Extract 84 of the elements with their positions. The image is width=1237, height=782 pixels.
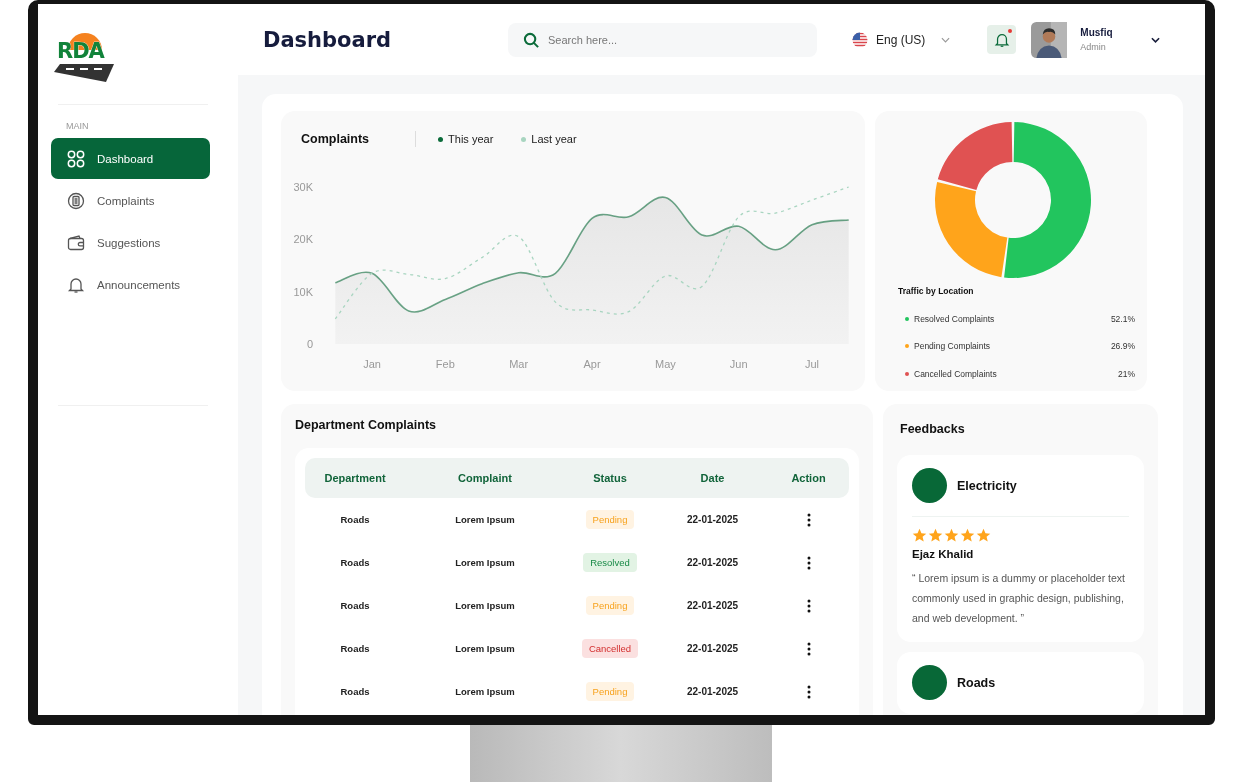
legend-label: Last year	[531, 133, 577, 145]
star-icon	[912, 528, 927, 543]
axis-label: 30K	[293, 181, 313, 193]
chart-title: Complaints	[301, 132, 370, 146]
document-icon	[67, 191, 85, 210]
star-icon	[960, 528, 975, 543]
more-button[interactable]	[806, 512, 811, 527]
table-cell-text: Roads	[339, 643, 371, 654]
table-cell-text: Lorem Ipsum	[454, 686, 516, 697]
more-button[interactable]	[806, 641, 811, 656]
column-header: Date	[699, 472, 726, 484]
chevron-down-icon[interactable]	[1151, 36, 1161, 43]
avatar-icon	[912, 468, 947, 503]
legend-label: Resolved Complaints	[914, 313, 996, 324]
department-name: Electricity	[957, 478, 1017, 493]
language-selector[interactable]: Eng (US)	[852, 31, 951, 48]
legend-label: Pending Complaints	[914, 341, 992, 352]
table-cell-text: Roads	[339, 514, 371, 525]
nav-item[interactable]: Announcements	[51, 264, 210, 305]
column-header: Complaint	[457, 472, 513, 484]
axis-label: 10K	[293, 285, 313, 298]
department-name: Roads	[957, 675, 996, 690]
more-button[interactable]	[806, 598, 811, 613]
wallet-icon	[67, 233, 85, 252]
table-cell-text: Roads	[339, 686, 371, 697]
table-cell-text: 22-01-2025	[685, 557, 740, 568]
table-cell-text: Lorem Ipsum	[454, 600, 516, 611]
table-cell-text: Roads	[339, 600, 371, 611]
axis-label: Jan	[363, 358, 381, 370]
user-role: Admin	[1080, 42, 1107, 52]
user-name: Musfiq	[1080, 27, 1114, 38]
notification-button[interactable]	[987, 25, 1017, 54]
star-icon	[928, 528, 943, 543]
chart-title: Traffic by Location	[898, 286, 975, 296]
legend-value: 26.9%	[1110, 341, 1135, 352]
table-cell-text: 22-01-2025	[685, 686, 740, 697]
grid-icon	[67, 149, 85, 168]
card-title: Department Complaints	[295, 418, 437, 432]
nav-item[interactable]: Complaints	[51, 180, 210, 221]
column-header: Department	[323, 472, 387, 484]
table-cell-text: Lorem Ipsum	[454, 557, 516, 568]
status-badge: Cancelled	[581, 639, 639, 658]
table-cell-text: 22-01-2025	[685, 600, 740, 611]
status-badge: Resolved	[583, 553, 637, 572]
column-header: Status	[592, 472, 628, 484]
nav-item[interactable]: Suggestions	[51, 222, 210, 263]
avatar-icon	[912, 665, 947, 700]
search-icon	[523, 31, 540, 49]
card-title: Feedbacks	[900, 422, 966, 436]
axis-label: May	[654, 358, 676, 370]
nav-item[interactable]: Dashboard	[51, 138, 210, 179]
feedback-text: “ Lorem ipsum is a dummy or placeholder text commonly used in graphic design, publishing, and web development. ”	[912, 571, 1126, 626]
axis-label: Mar	[509, 358, 529, 370]
flag-icon	[852, 31, 868, 48]
legend-label: Cancelled Complaints	[914, 368, 998, 379]
more-button[interactable]	[806, 555, 811, 570]
table-cell-text: Lorem Ipsum	[454, 643, 516, 654]
chevron-down-icon	[941, 36, 951, 43]
table-cell-text: Lorem Ipsum	[454, 514, 516, 525]
table-cell-text: 22-01-2025	[685, 643, 740, 654]
table-cell-text: 22-01-2025	[685, 514, 740, 525]
axis-label: Jul	[805, 358, 820, 370]
axis-label: 20K	[293, 233, 313, 246]
axis-label: 0	[306, 338, 313, 350]
bell-icon	[67, 275, 85, 294]
star-icon	[976, 528, 991, 543]
more-button[interactable]	[806, 684, 811, 699]
axis-label: Jun	[729, 358, 748, 370]
table-cell-text: Roads	[339, 557, 371, 568]
bell-icon	[993, 31, 1010, 48]
star-icon	[944, 528, 959, 543]
axis-label: Apr	[583, 358, 601, 370]
status-badge: Pending	[585, 682, 635, 701]
axis-label: Feb	[435, 358, 455, 370]
legend-label: This year	[448, 133, 494, 145]
status-badge: Pending	[585, 510, 635, 529]
legend-value: 21%	[1118, 368, 1135, 379]
column-header: Action	[790, 472, 827, 484]
page-title: Dashboard	[263, 27, 393, 52]
search-field[interactable]: Search here...	[508, 22, 817, 57]
section-label: MAIN	[66, 121, 90, 131]
status-badge: Pending	[585, 596, 635, 615]
legend-value: 52.1%	[1110, 313, 1135, 324]
author-name: Ejaz Khalid	[912, 548, 975, 560]
